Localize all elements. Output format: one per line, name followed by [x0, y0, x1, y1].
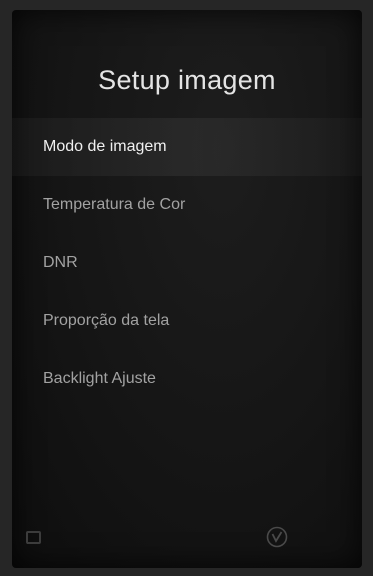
page-title: Setup imagem	[98, 65, 276, 95]
back-icon[interactable]	[24, 528, 44, 548]
menu-item-label: DNR	[43, 254, 78, 271]
setup-menu-panel: Setup imagem Modo de imagem Temperatura …	[12, 10, 362, 568]
footer-hints	[12, 520, 362, 560]
tv-screen: Setup imagem Modo de imagem Temperatura …	[0, 0, 373, 576]
menu-item-label: Proporção da tela	[43, 312, 170, 329]
menu-item-backlight-adjust[interactable]: Backlight Ajuste	[12, 350, 362, 408]
settings-menu: Modo de imagem Temperatura de Cor DNR Pr…	[12, 118, 362, 408]
menu-item-label: Backlight Ajuste	[43, 370, 156, 387]
menu-item-label: Modo de imagem	[43, 138, 167, 155]
menu-item-aspect-ratio[interactable]: Proporção da tela	[12, 292, 362, 350]
ok-check-icon[interactable]	[265, 525, 289, 549]
menu-item-picture-mode[interactable]: Modo de imagem	[12, 118, 362, 176]
menu-item-dnr[interactable]: DNR	[12, 234, 362, 292]
menu-item-label: Temperatura de Cor	[43, 196, 186, 213]
menu-item-color-temperature[interactable]: Temperatura de Cor	[12, 176, 362, 234]
